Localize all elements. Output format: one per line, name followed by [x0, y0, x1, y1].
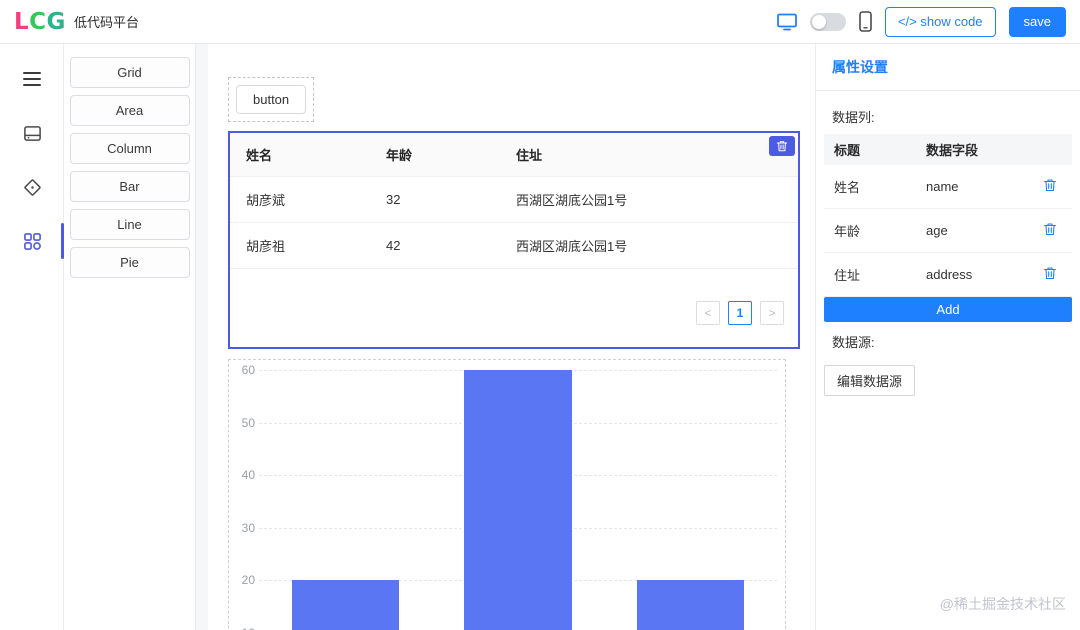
table-cell: 胡彦祖 — [230, 222, 370, 269]
compass-diamond-icon — [23, 178, 42, 197]
sidebar-item-components[interactable] — [0, 164, 64, 210]
top-header: LCG 低代码平台 </> show code save — [0, 0, 1080, 44]
y-axis-tick-label: 40 — [241, 468, 255, 482]
lowcode-platform-page: LCG 低代码平台 </> show code save Grid Area C… — [0, 0, 1080, 630]
column-title-cell: 年龄 — [824, 208, 916, 253]
main-body: Grid Area Column Bar Line Pie button 姓名 … — [0, 44, 1080, 630]
table-cell: 42 — [370, 222, 500, 269]
chart-bar — [637, 580, 745, 630]
desktop-monitor-icon[interactable] — [777, 13, 797, 31]
props-column-header: 数据字段 — [916, 134, 1028, 165]
logo-letter-c: C — [29, 8, 47, 35]
delete-column-button[interactable] — [1043, 266, 1057, 283]
table-row: 胡彦斌 32 西湖区湖底公园1号 — [230, 176, 798, 223]
pagination-next-button[interactable]: > — [760, 301, 784, 325]
table-cell: 胡彦斌 — [230, 176, 370, 223]
add-column-button[interactable]: Add — [824, 297, 1072, 322]
canvas-gutter — [196, 44, 208, 630]
button-widget-label[interactable]: button — [236, 85, 307, 114]
data-source-label: 数据源: — [832, 335, 875, 350]
trash-icon — [776, 140, 788, 152]
data-column-row: 年龄 age — [824, 208, 1072, 253]
column-field-cell: name — [916, 165, 1028, 209]
server-icon — [23, 124, 42, 143]
platform-name: 低代码平台 — [73, 15, 139, 30]
components-panel: Grid Area Column Bar Line Pie — [64, 44, 196, 630]
sidebar-item-menu[interactable] — [0, 56, 64, 102]
edit-data-source-button[interactable]: 编辑数据源 — [824, 365, 916, 396]
table-cell: 32 — [370, 176, 500, 223]
y-axis-tick-label: 50 — [241, 415, 255, 430]
table-row: 胡彦祖 42 西湖区湖底公园1号 — [230, 222, 798, 269]
logo-letter-g: G — [46, 8, 66, 35]
y-axis-tick-label: 20 — [241, 573, 255, 587]
header-actions: </> show code save — [777, 6, 1066, 37]
data-table: 姓名 年龄 住址 胡彦斌 32 西湖区湖底公园1号 胡彦祖 42 西湖区湖底公园… — [230, 133, 798, 269]
editor-canvas[interactable]: button 姓名 年龄 住址 胡彦斌 32 西湖区湖底公园1号 胡彦祖 42 … — [196, 44, 815, 630]
table-cell: 西湖区湖底公园1号 — [500, 176, 798, 223]
table-column-header: 住址 — [500, 133, 798, 177]
sidebar-item-widgets-active[interactable] — [0, 218, 64, 264]
juejin-watermark: @稀土掘金技术社区 — [939, 596, 1066, 612]
table-widget-selected[interactable]: 姓名 年龄 住址 胡彦斌 32 西湖区湖底公园1号 胡彦祖 42 西湖区湖底公园… — [228, 131, 800, 349]
column-field-cell: age — [916, 208, 1028, 253]
bar-chart[interactable]: 60 50 40 30 20 10 — [228, 359, 786, 630]
lcg-logo: LCG — [14, 9, 66, 35]
component-item-grid[interactable]: Grid — [69, 57, 190, 88]
pagination: < 1 > — [230, 269, 798, 347]
hamburger-menu-icon — [22, 71, 42, 87]
show-code-button[interactable]: </> show code — [884, 6, 996, 37]
properties-panel-title: 属性设置 — [816, 44, 1080, 91]
data-column-row: 姓名 name — [824, 165, 1072, 209]
pagination-page-1[interactable]: 1 — [728, 301, 752, 325]
properties-panel: 属性设置 数据列: 标题 数据字段 姓名 name 年龄 age 住址 addr… — [815, 44, 1080, 630]
sidebar-item-materials[interactable] — [0, 110, 64, 156]
left-icon-rail — [0, 44, 64, 630]
delete-column-button[interactable] — [1043, 178, 1057, 195]
component-item-line[interactable]: Line — [69, 209, 190, 240]
y-axis-tick-label: 10 — [233, 626, 255, 630]
data-column-row: 住址 address — [824, 252, 1072, 297]
data-columns-table: 标题 数据字段 姓名 name 年龄 age 住址 address — [824, 134, 1072, 297]
column-title-cell: 姓名 — [824, 165, 916, 209]
save-button[interactable]: save — [1008, 6, 1066, 37]
delete-column-button[interactable] — [1043, 222, 1057, 239]
grid-apps-icon — [23, 232, 42, 251]
component-item-column[interactable]: Column — [69, 133, 190, 164]
props-column-header: 标题 — [824, 134, 916, 165]
table-cell: 西湖区湖底公园1号 — [500, 222, 798, 269]
data-columns-label: 数据列: — [832, 110, 875, 125]
component-item-bar[interactable]: Bar — [69, 171, 190, 202]
button-widget[interactable]: button — [228, 77, 315, 122]
properties-panel-body: 数据列: 标题 数据字段 姓名 name 年龄 age 住址 address A… — [816, 91, 1080, 406]
component-item-pie[interactable]: Pie — [69, 247, 190, 278]
column-title-cell: 住址 — [824, 252, 916, 297]
component-item-area[interactable]: Area — [69, 95, 190, 126]
y-axis-tick-label: 30 — [241, 520, 255, 535]
logo-letter-l: L — [14, 8, 30, 35]
delete-widget-button[interactable] — [769, 136, 795, 156]
mobile-phone-icon[interactable] — [859, 11, 872, 32]
column-field-cell: address — [916, 252, 1028, 297]
table-column-header: 年龄 — [370, 133, 500, 177]
chart-bar — [291, 580, 399, 630]
table-column-header: 姓名 — [230, 133, 370, 177]
device-toggle-switch[interactable] — [809, 12, 846, 31]
props-column-header-actions — [1028, 134, 1072, 165]
toggle-knob — [811, 14, 826, 29]
chart-bar — [464, 370, 572, 630]
y-axis-tick-label: 60 — [241, 363, 255, 377]
pagination-prev-button[interactable]: < — [696, 301, 720, 325]
